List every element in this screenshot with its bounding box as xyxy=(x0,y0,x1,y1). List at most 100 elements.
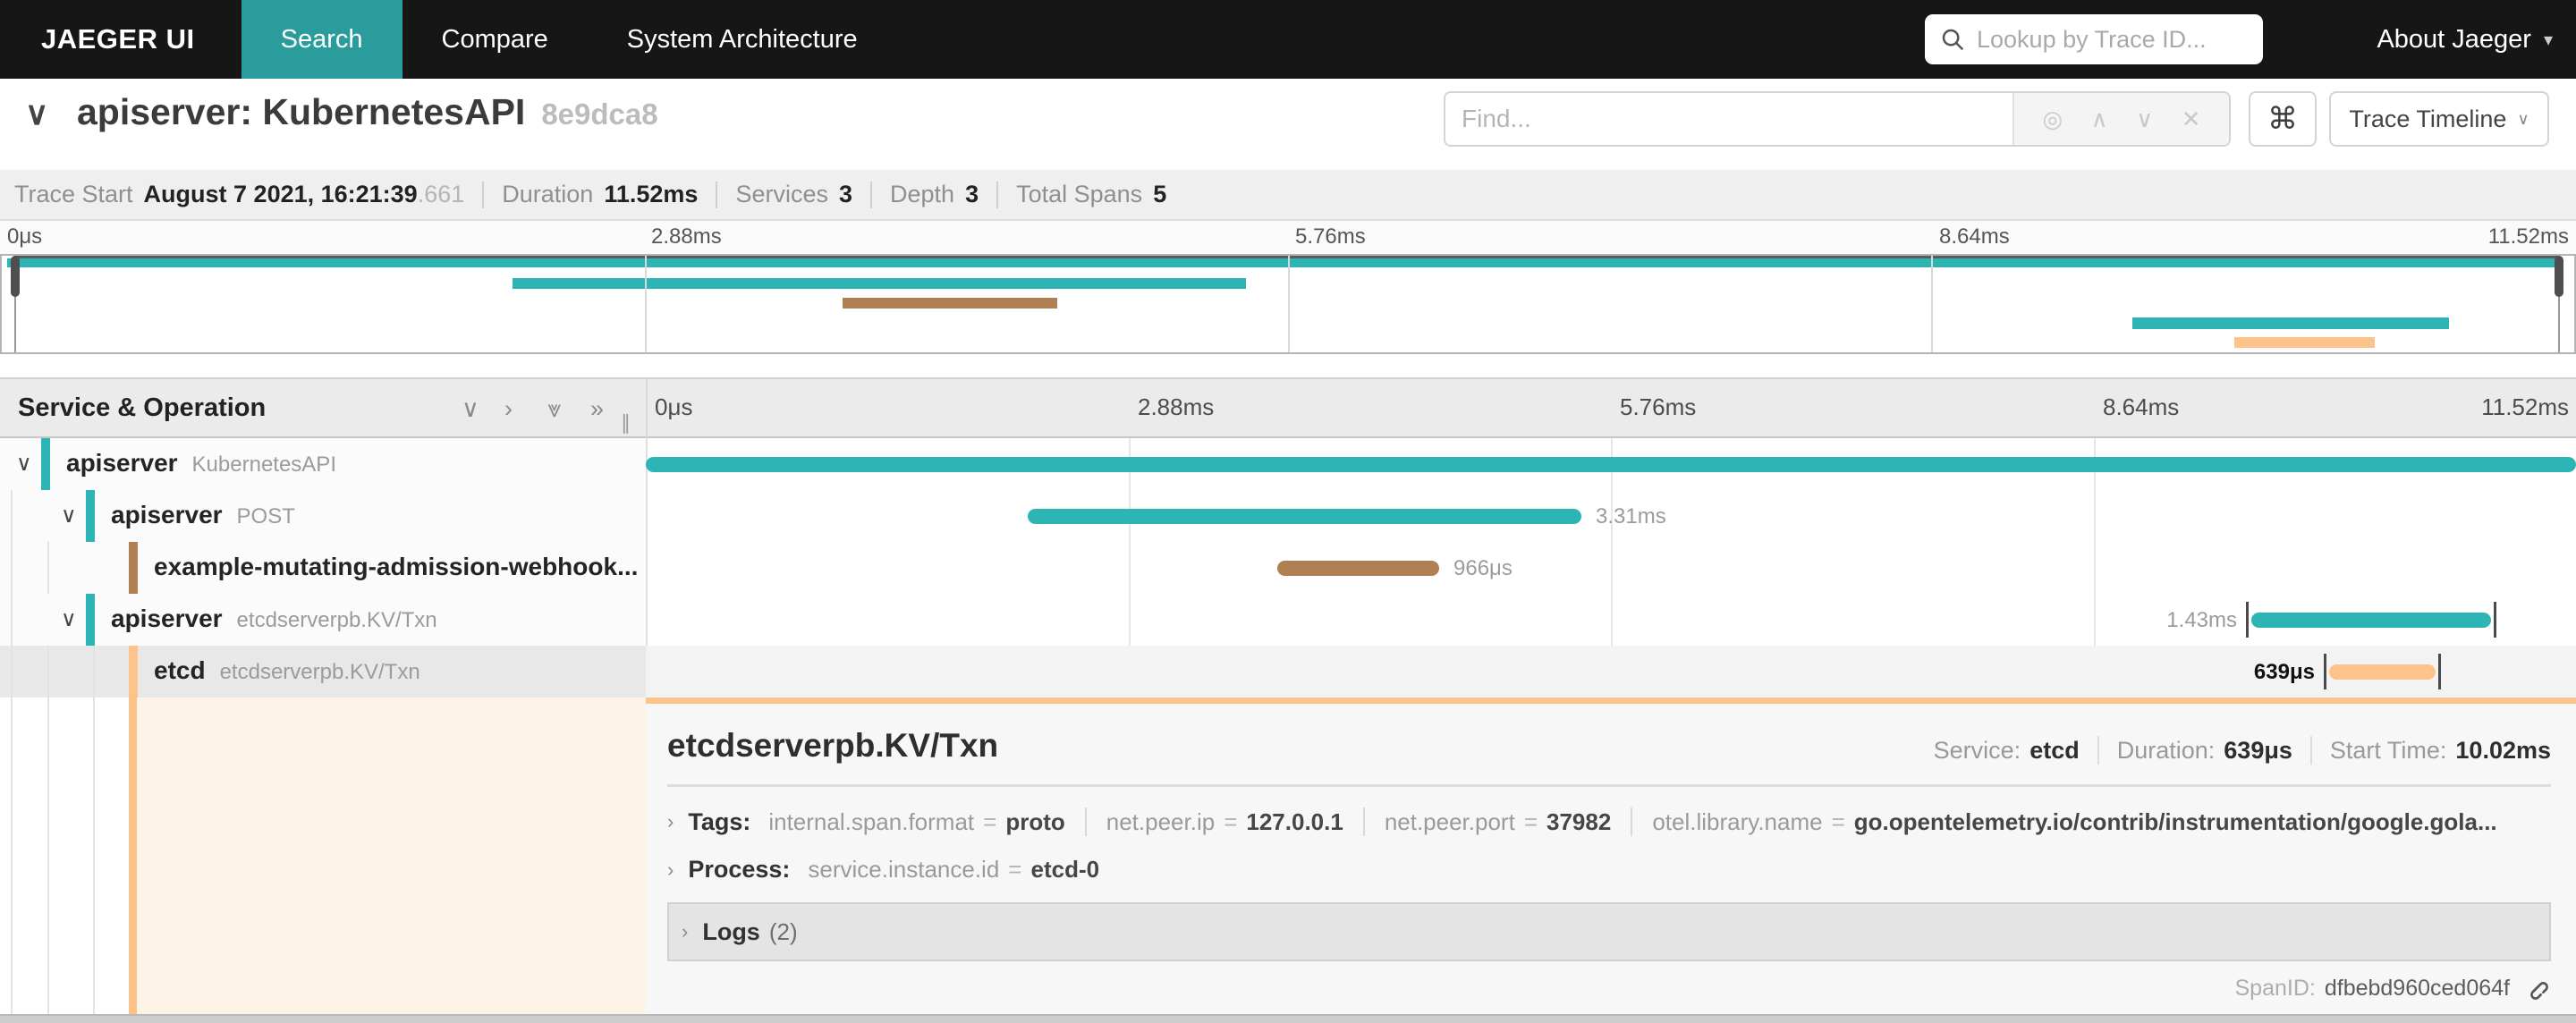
span-duration-bar[interactable] xyxy=(1028,509,1581,524)
equals-sign: = xyxy=(983,807,997,835)
divider xyxy=(1084,807,1087,836)
indent-guide xyxy=(11,594,13,646)
span-duration-bar[interactable] xyxy=(2329,664,2436,680)
span-duration-bar[interactable] xyxy=(2251,613,2491,628)
span-name-cell[interactable]: ∨ apiserver etcdserverpb.KV/Txn xyxy=(0,594,646,646)
lookup-trace-input[interactable] xyxy=(1977,25,2245,54)
next-match-icon[interactable]: ∨ xyxy=(2136,106,2153,133)
nav-tab-compare[interactable]: Compare xyxy=(402,0,588,79)
expand-all-icon[interactable]: » xyxy=(590,395,604,423)
tag-value: proto xyxy=(1005,807,1065,835)
span-service-name: example-mutating-admission-webhook... xyxy=(154,553,639,580)
divider xyxy=(996,181,999,208)
logs-accordion[interactable]: › Logs (2) xyxy=(667,902,2551,961)
depth-label: Depth xyxy=(890,181,955,207)
span-duration-bar[interactable] xyxy=(646,457,2576,472)
indent-guide xyxy=(11,646,13,698)
trace-view-dropdown[interactable]: Trace Timeline ∨ xyxy=(2329,91,2549,147)
equals-sign: = xyxy=(1008,856,1022,883)
timeline-tick-labels: 0μs 2.88ms 5.76ms 8.64ms 11.52ms xyxy=(646,379,2576,438)
span-timeline-cell[interactable]: 3.31ms xyxy=(646,490,2576,542)
keyboard-shortcuts-button[interactable]: ⌘ xyxy=(2249,91,2317,147)
span-operation-name: etcdserverpb.KV/Txn xyxy=(236,608,437,632)
indent-guide xyxy=(93,646,95,698)
expand-one-icon[interactable]: › xyxy=(504,395,513,423)
trace-minimap[interactable] xyxy=(0,254,2576,354)
span-row[interactable]: ∨ apiserver etcdserverpb.KV/Txn 1.43ms xyxy=(0,594,2576,646)
tick-label: 11.52ms xyxy=(2487,224,2569,249)
minimap-span-bar xyxy=(843,298,1057,309)
collapse-one-icon[interactable]: ∨ xyxy=(462,395,479,423)
span-service-name: apiserver etcdserverpb.KV/Txn xyxy=(111,604,437,632)
nav-tab-search[interactable]: Search xyxy=(241,0,402,79)
chevron-right-icon: › xyxy=(682,920,689,943)
span-row[interactable]: ∨ apiserver POST 3.31ms xyxy=(0,490,2576,542)
about-jaeger-menu[interactable]: About Jaeger ▾ xyxy=(2377,0,2553,79)
tick-label: 5.76ms xyxy=(1620,393,1697,420)
tags-list: internal.span.format = proto net.peer.ip = 12… xyxy=(768,807,2497,836)
tick-label: 5.76ms xyxy=(1295,224,1366,249)
span-timeline-cell[interactable] xyxy=(646,438,2576,490)
tags-accordion[interactable]: › Tags: internal.span.format = proto net.pe… xyxy=(667,807,2551,836)
timeline-header-row: Service & Operation ∨ › ⩔ » ∥ 0μs 2.88ms 5.76… xyxy=(0,377,2576,438)
trace-summary-bar: Trace Start August 7 2021, 16:21:39.661 … xyxy=(0,170,2576,221)
tick-label: 2.88ms xyxy=(651,224,722,249)
prev-match-icon[interactable]: ∧ xyxy=(2091,106,2108,133)
span-color-strip xyxy=(41,438,50,490)
services-value: 3 xyxy=(838,181,852,207)
start-time-value: 10.02ms xyxy=(2455,736,2551,764)
scrubber-grip[interactable] xyxy=(2555,256,2563,297)
minimap-tick-labels: 0μs 2.88ms 5.76ms 8.64ms 11.52ms xyxy=(0,221,2576,254)
nav-tab-system-architecture[interactable]: System Architecture xyxy=(588,0,897,79)
spanid-value: dfbebd960ced064f xyxy=(2324,975,2510,1001)
span-expander-chevron-icon[interactable]: ∨ xyxy=(16,451,32,477)
span-name-cell[interactable]: ∨ apiserver POST xyxy=(0,490,646,542)
span-expander-chevron-icon[interactable]: ∨ xyxy=(61,503,77,528)
divider xyxy=(2097,736,2099,765)
indent-guide xyxy=(93,698,95,1016)
find-input[interactable] xyxy=(1445,93,2012,145)
span-expander-chevron-icon[interactable]: ∨ xyxy=(61,606,77,632)
span-row[interactable]: etcd etcdserverpb.KV/Txn 639μs xyxy=(0,646,2576,698)
span-timeline-cell[interactable]: 966μs xyxy=(646,542,2576,594)
service-label: Service: xyxy=(1933,736,2021,764)
minimap-left-scrubber[interactable] xyxy=(11,256,20,352)
span-name-cell[interactable]: example-mutating-admission-webhook... xyxy=(0,542,646,594)
indent-guide xyxy=(47,698,49,1016)
trace-lookup-box[interactable] xyxy=(1925,14,2263,64)
span-row[interactable]: ∨ apiserver KubernetesAPI xyxy=(0,438,2576,490)
divider xyxy=(1631,807,1633,836)
span-name-cell[interactable]: etcd etcdserverpb.KV/Txn xyxy=(0,646,646,698)
search-icon xyxy=(1942,29,1964,51)
selected-span-gutter-fill xyxy=(137,698,646,1016)
link-icon[interactable] xyxy=(2522,974,2551,1002)
equals-sign: = xyxy=(1224,807,1238,835)
minimap-right-scrubber[interactable] xyxy=(2555,256,2563,352)
horizontal-scrollbar[interactable] xyxy=(0,1014,2576,1023)
divider xyxy=(667,784,2551,787)
divider xyxy=(716,181,718,208)
collapse-trace-chevron-icon[interactable]: ∨ xyxy=(25,95,48,132)
process-accordion[interactable]: › Process: service.instance.id = etcd-0 xyxy=(667,856,2551,884)
equals-sign: = xyxy=(1523,807,1538,835)
tag-key: net.peer.port xyxy=(1384,807,1515,835)
column-resize-handle[interactable]: ∥ xyxy=(621,411,631,435)
tick-label: 0μs xyxy=(7,224,43,249)
span-row[interactable]: example-mutating-admission-webhook... 966… xyxy=(0,542,2576,594)
target-icon[interactable]: ◎ xyxy=(2042,106,2063,133)
span-name-cell[interactable]: ∨ apiserver KubernetesAPI xyxy=(0,438,646,490)
span-detail-meta: Service: etcd Duration: 639μs Start Time… xyxy=(1934,736,2551,765)
collapse-all-icon[interactable]: ⩔ xyxy=(547,395,561,424)
span-timeline-cell[interactable]: 1.43ms xyxy=(646,594,2576,646)
about-jaeger-label: About Jaeger xyxy=(2377,24,2531,54)
trace-start-value: August 7 2021, 16:21:39.661 xyxy=(143,181,465,207)
scrubber-grip[interactable] xyxy=(11,256,20,297)
span-timeline-cell[interactable]: 639μs xyxy=(646,646,2576,698)
tick-label: 2.88ms xyxy=(1138,393,1215,420)
span-duration-bar[interactable] xyxy=(1277,561,1439,576)
indent-guide xyxy=(47,542,49,594)
clear-icon[interactable]: ✕ xyxy=(2182,106,2201,133)
span-id-row: SpanID: dfbebd960ced064f xyxy=(2235,974,2552,1002)
span-rows: ∨ apiserver KubernetesAPI ∨ apiserver POST 3.3… xyxy=(0,438,2576,698)
trace-start-label: Trace Start xyxy=(14,181,133,207)
